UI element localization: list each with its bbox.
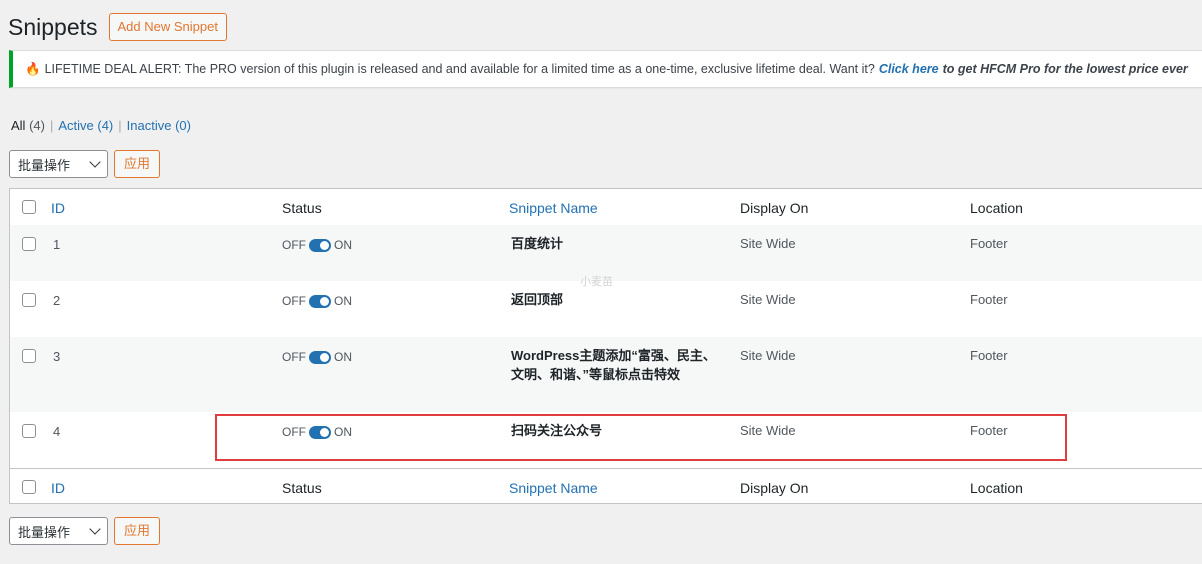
page-title: Snippets — [8, 14, 98, 40]
add-new-snippet-button[interactable]: Add New Snippet — [108, 13, 227, 41]
row-checkbox[interactable] — [22, 424, 36, 438]
table-row: 3 OFF ON WordPress主题添加“富强、民主、文明、和谐、”等鼠标点击… — [10, 337, 1202, 412]
row-location: Footer — [970, 292, 1008, 307]
row-location: Footer — [970, 236, 1008, 251]
status-toggle[interactable]: OFF ON — [282, 425, 352, 439]
column-location-footer: Location — [970, 480, 1023, 496]
snippet-name[interactable]: 百度统计 — [511, 234, 721, 253]
row-display-on: Site Wide — [740, 348, 796, 363]
watermark: 小麦苗 — [580, 276, 613, 288]
table-header-row: ID Status Snippet Name Display On Locati… — [10, 189, 1202, 226]
notice-cta-link[interactable]: Click here — [879, 62, 939, 76]
apply-button-bottom[interactable]: 应用 — [114, 517, 161, 545]
snippet-name[interactable]: 扫码关注公众号 — [511, 421, 721, 440]
fire-icon: 🔥 — [25, 61, 41, 76]
row-display-on: Site Wide — [740, 292, 796, 307]
row-id: 1 — [53, 237, 61, 252]
chevron-down-icon — [89, 523, 101, 535]
column-location: Location — [970, 200, 1023, 216]
row-id: 2 — [53, 293, 61, 308]
lifetime-deal-notice: 🔥 LIFETIME DEAL ALERT: The PRO version o… — [9, 50, 1202, 88]
toggle-switch-icon — [309, 294, 331, 308]
toggle-switch-icon — [309, 350, 331, 364]
row-checkbox[interactable] — [22, 293, 36, 307]
bulk-actions-bottom: 批量操作 应用 — [9, 517, 161, 545]
status-toggle[interactable]: OFF ON — [282, 238, 352, 252]
chevron-down-icon — [89, 156, 101, 168]
row-id: 3 — [53, 349, 61, 364]
apply-button[interactable]: 应用 — [114, 150, 161, 178]
snippet-name[interactable]: 返回顶部 — [511, 290, 721, 309]
status-filters: All (4) | Active (4) | Inactive (0) — [11, 118, 191, 133]
notice-cta-rest: to get HFCM Pro for the lowest price eve… — [942, 62, 1188, 76]
column-display-on-footer: Display On — [740, 480, 809, 496]
snippet-name[interactable]: WordPress主题添加“富强、民主、文明、和谐、”等鼠标点击特效 — [511, 346, 716, 384]
bulk-actions-top: 批量操作 应用 — [9, 150, 161, 178]
row-checkbox[interactable] — [22, 349, 36, 363]
column-snippet-name-footer[interactable]: Snippet Name — [509, 480, 598, 496]
status-toggle[interactable]: OFF ON — [282, 350, 352, 364]
column-status-footer: Status — [282, 480, 322, 496]
status-toggle[interactable]: OFF ON — [282, 294, 352, 308]
bulk-action-select[interactable]: 批量操作 — [9, 150, 108, 178]
select-all-checkbox[interactable] — [22, 200, 36, 214]
row-location: Footer — [970, 348, 1008, 363]
snippets-table: ID Status Snippet Name Display On Locati… — [9, 188, 1202, 504]
page-header: Snippets Add New Snippet — [8, 13, 227, 41]
row-id: 4 — [53, 424, 61, 439]
row-display-on: Site Wide — [740, 423, 796, 438]
column-status: Status — [282, 200, 322, 216]
toggle-switch-icon — [309, 425, 331, 439]
column-snippet-name[interactable]: Snippet Name — [509, 200, 598, 216]
filter-all[interactable]: All (4) — [11, 118, 45, 133]
table-row: 2 OFF ON 返回顶部 Site Wide Footer — [10, 281, 1202, 337]
filter-inactive[interactable]: Inactive (0) — [127, 118, 191, 133]
column-id[interactable]: ID — [51, 200, 65, 216]
table-row: 4 OFF ON 扫码关注公众号 Site Wide Footer — [10, 412, 1202, 468]
notice-text: LIFETIME DEAL ALERT: The PRO version of … — [44, 62, 875, 76]
column-id-footer[interactable]: ID — [51, 480, 65, 496]
row-location: Footer — [970, 423, 1008, 438]
select-all-checkbox-bottom[interactable] — [22, 480, 36, 494]
row-checkbox[interactable] — [22, 237, 36, 251]
filter-active[interactable]: Active (4) — [58, 118, 113, 133]
column-display-on: Display On — [740, 200, 809, 216]
toggle-switch-icon — [309, 238, 331, 252]
row-display-on: Site Wide — [740, 236, 796, 251]
bulk-action-select-bottom[interactable]: 批量操作 — [9, 517, 108, 545]
table-footer-row: ID Status Snippet Name Display On Locati… — [10, 468, 1202, 503]
